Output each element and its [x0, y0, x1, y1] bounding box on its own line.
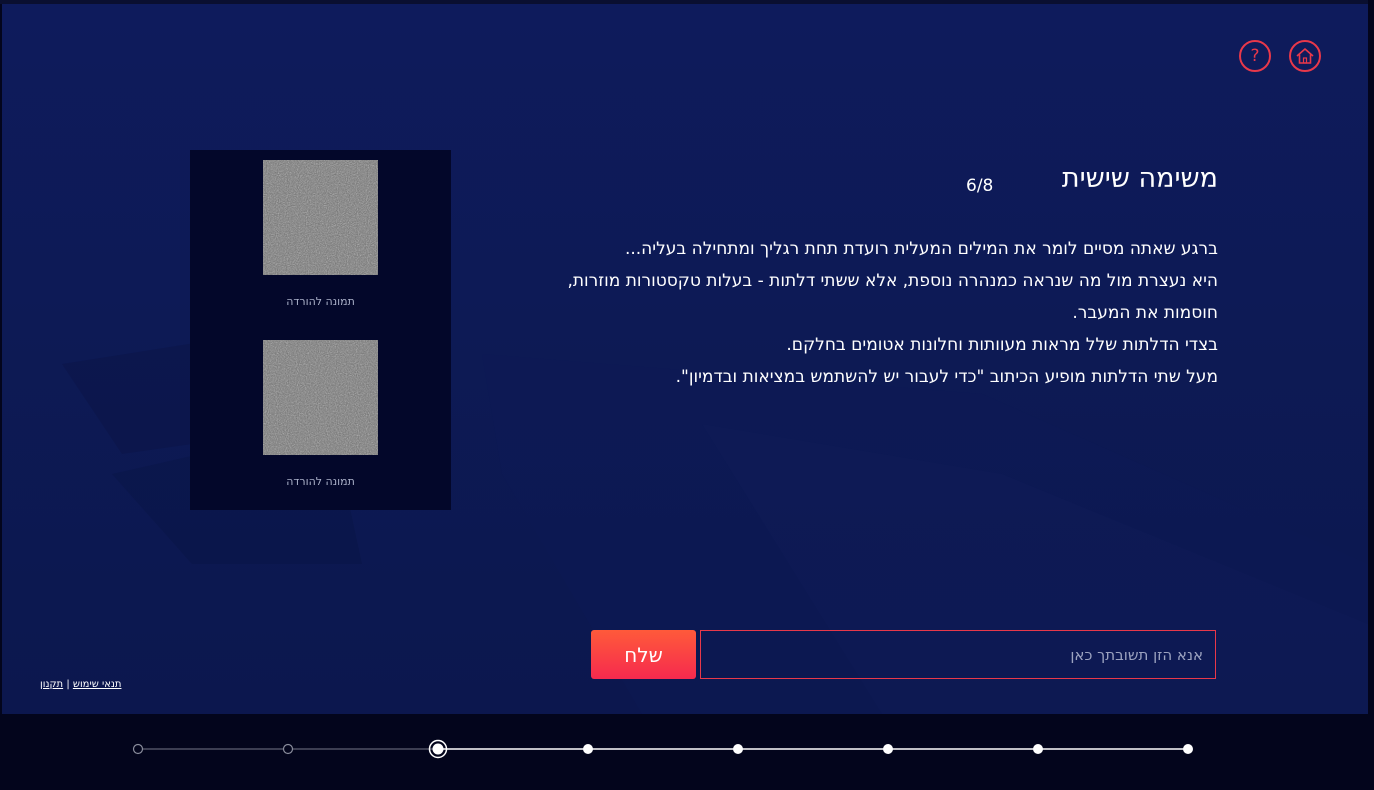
- task-title: משימה שישית: [1061, 163, 1218, 194]
- story-paragraph: היא נעצרת מול מה שנראה כמנהרה נוספת, אלא…: [567, 271, 1218, 323]
- progress-step-7: [282, 743, 294, 755]
- footer-separator: |: [66, 679, 70, 690]
- progress-step-8: [132, 743, 144, 755]
- download-image-1[interactable]: תמונה להורדה: [190, 150, 451, 330]
- right-edge: [1368, 0, 1374, 790]
- home-button[interactable]: [1289, 40, 1321, 72]
- story-paragraph: מעל שתי הדלתות מופיע הכיתוב "כדי לעבור י…: [675, 367, 1218, 387]
- home-icon: [1296, 48, 1314, 64]
- progress-step-3: [883, 744, 893, 754]
- progress-step-5: [583, 744, 593, 754]
- footer-links: תנאי שימוש | תקנון: [40, 679, 121, 690]
- images-panel: תמונה להורדה תמונה להורדה: [190, 150, 451, 510]
- progress-step-1: [1183, 744, 1193, 754]
- progress-step-2: [1033, 744, 1043, 754]
- story-paragraph: ברגע שאתה מסיים לומר את המילים המעלית רו…: [624, 239, 1218, 259]
- question-mark-icon: ?: [1250, 45, 1260, 66]
- send-button[interactable]: שלח: [591, 630, 696, 679]
- progress-step-4: [733, 744, 743, 754]
- rules-link[interactable]: תקנון: [40, 679, 63, 690]
- task-counter: 6/8: [966, 176, 994, 196]
- story-paragraph: בצדי הדלתות שלל מראות מעוותות וחלונות אט…: [786, 335, 1218, 355]
- task-description: ברגע שאתה מסיים לומר את המילים המעלית רו…: [558, 233, 1218, 393]
- progress-bar: [132, 739, 1193, 759]
- image-caption: תמונה להורדה: [286, 295, 355, 308]
- answer-input[interactable]: [700, 630, 1216, 679]
- download-image-2[interactable]: תמונה להורדה: [190, 330, 451, 510]
- image-caption: תמונה להורדה: [286, 475, 355, 488]
- terms-link[interactable]: תנאי שימוש: [73, 679, 122, 690]
- help-button[interactable]: ?: [1239, 40, 1271, 72]
- noise-image: [263, 160, 378, 275]
- noise-image: [263, 340, 378, 455]
